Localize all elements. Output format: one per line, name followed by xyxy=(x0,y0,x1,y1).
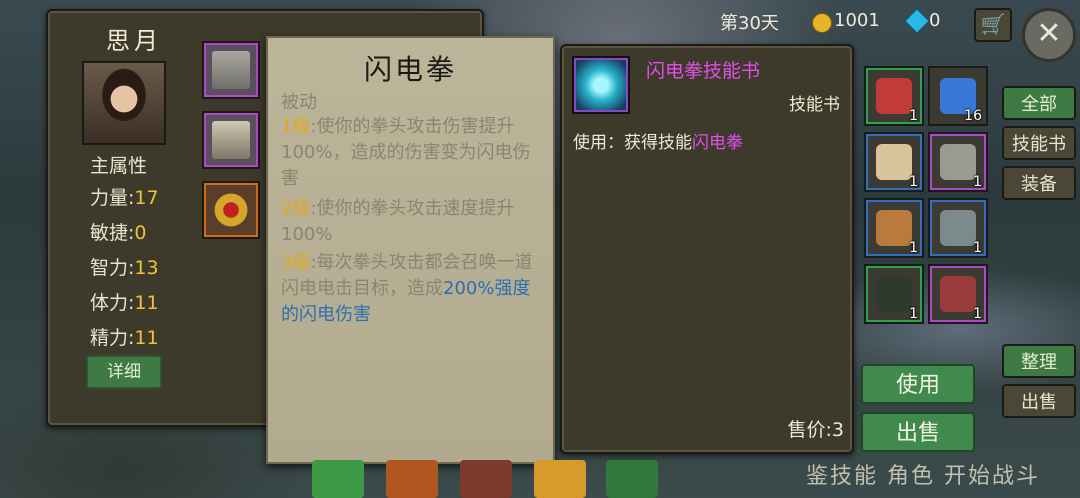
scroll-icon xyxy=(876,144,912,180)
item-name: 闪电拳技能书 xyxy=(646,60,761,82)
red-armor-icon xyxy=(940,276,976,312)
lightning-skillbook-icon xyxy=(572,56,630,114)
item-count: 1 xyxy=(973,174,982,190)
use-prefix: 使用：获得技能 xyxy=(573,133,692,153)
dagger-icon xyxy=(940,144,976,180)
sell-button[interactable]: 出售 xyxy=(861,412,975,452)
inventory-slot[interactable]: 1 xyxy=(864,198,924,258)
item-detail-panel: 闪电拳技能书 技能书 使用：获得技能闪电拳 售价:3 xyxy=(560,44,854,454)
gold-amount: 1001 xyxy=(834,10,880,31)
close-button[interactable]: ✕ xyxy=(1022,8,1076,62)
fire-skill-icon[interactable] xyxy=(386,460,438,498)
heal-skill-icon[interactable] xyxy=(312,460,364,498)
item-count: 1 xyxy=(973,306,982,322)
level-desc: :使你的拳头攻击速度提升100% xyxy=(281,198,515,245)
stat-label: 力量: xyxy=(90,187,135,209)
shield-skill-icon[interactable] xyxy=(460,460,512,498)
ring-icon xyxy=(212,191,250,229)
gold-coin-icon xyxy=(812,13,832,33)
skill-level-1: 1级:使你的拳头攻击伤害提升100%，造成的伤害变为闪电伤害 xyxy=(281,114,539,192)
horn-icon xyxy=(876,210,912,246)
cart-icon: 🛒 xyxy=(980,12,1006,36)
use-skill-name: 闪电拳 xyxy=(692,133,743,153)
inventory-slot[interactable]: 16 xyxy=(928,66,988,126)
equip-slot-helmet[interactable] xyxy=(202,41,260,99)
burst-skill-icon[interactable] xyxy=(534,460,586,498)
character-name: 思月 xyxy=(106,27,162,55)
dark-armor-icon xyxy=(876,276,912,312)
helmet-icon xyxy=(212,51,250,89)
stat-value: 13 xyxy=(134,257,159,279)
level-desc: :使你的拳头攻击伤害提升100%，造成的伤害变为闪电伤害 xyxy=(281,116,531,189)
stat-strength: 力量:17 xyxy=(90,183,159,210)
stat-intelligence: 智力:13 xyxy=(90,253,159,280)
stat-energy: 精力:11 xyxy=(90,323,159,350)
main-attr-label: 主属性 xyxy=(90,155,148,177)
helmet-icon xyxy=(940,210,976,246)
stat-label: 敏捷: xyxy=(90,222,135,244)
tab-skillbook[interactable]: 技能书 xyxy=(1002,126,1076,160)
shop-cart-button[interactable]: 🛒 xyxy=(974,8,1012,42)
bottom-menu-text: 鉴技能 角色 开始战斗 xyxy=(806,464,1040,489)
inventory-slot[interactable]: 1 xyxy=(864,264,924,324)
item-count: 1 xyxy=(909,108,918,124)
item-count: 16 xyxy=(964,108,982,124)
armor-icon xyxy=(212,121,250,159)
use-button[interactable]: 使用 xyxy=(861,364,975,404)
equip-slot-armor[interactable] xyxy=(202,111,260,169)
close-icon: ✕ xyxy=(1036,16,1062,51)
stat-label: 智力: xyxy=(90,257,135,279)
stat-value: 17 xyxy=(134,187,159,209)
inventory-slot[interactable]: 1 xyxy=(928,198,988,258)
level-tag: 1级 xyxy=(281,116,311,137)
skill-level-2: 2级:使你的拳头攻击速度提升100% xyxy=(281,196,539,248)
detail-button[interactable]: 详细 xyxy=(86,355,162,389)
skill-level-3: 3级:每次拳头攻击都会召唤一道闪电电击目标，造成200%强度的闪电伤害 xyxy=(281,250,539,328)
inventory-slot[interactable]: 1 xyxy=(864,132,924,192)
stat-label: 精力: xyxy=(90,327,135,349)
skill-title: 闪电拳 xyxy=(363,53,457,86)
stat-agility: 敏捷:0 xyxy=(90,218,147,245)
stat-value: 11 xyxy=(134,292,159,314)
item-count: 1 xyxy=(909,306,918,322)
red-potion-icon xyxy=(876,78,912,114)
inventory-slot[interactable]: 1 xyxy=(928,132,988,192)
sell-price: 售价:3 xyxy=(787,419,845,441)
item-use-text: 使用：获得技能闪电拳 xyxy=(573,128,743,153)
level-tag: 2级 xyxy=(281,198,311,219)
inventory-slot[interactable]: 1 xyxy=(864,66,924,126)
sell-side-button[interactable]: 出售 xyxy=(1002,384,1076,418)
sort-button[interactable]: 整理 xyxy=(1002,344,1076,378)
swirl-skill-icon[interactable] xyxy=(606,460,658,498)
tab-all[interactable]: 全部 xyxy=(1002,86,1076,120)
stat-label: 体力: xyxy=(90,292,135,314)
stat-value: 0 xyxy=(134,222,147,244)
level-tag: 3级 xyxy=(281,252,311,273)
item-count: 1 xyxy=(909,174,918,190)
item-type: 技能书 xyxy=(789,95,840,115)
equip-slot-ring[interactable] xyxy=(202,181,260,239)
character-portrait xyxy=(82,61,166,145)
tab-equipment[interactable]: 装备 xyxy=(1002,166,1076,200)
inventory-slot[interactable]: 1 xyxy=(928,264,988,324)
skill-tooltip: 闪电拳 被动 1级:使你的拳头攻击伤害提升100%，造成的伤害变为闪电伤害 2级… xyxy=(266,36,555,464)
item-count: 1 xyxy=(909,240,918,256)
skill-type: 被动 xyxy=(281,92,317,113)
item-count: 1 xyxy=(973,240,982,256)
diamond-amount: 0 xyxy=(929,10,941,31)
day-counter: 第30天 xyxy=(720,13,779,34)
stat-vitality: 体力:11 xyxy=(90,288,159,315)
stat-value: 11 xyxy=(134,327,159,349)
